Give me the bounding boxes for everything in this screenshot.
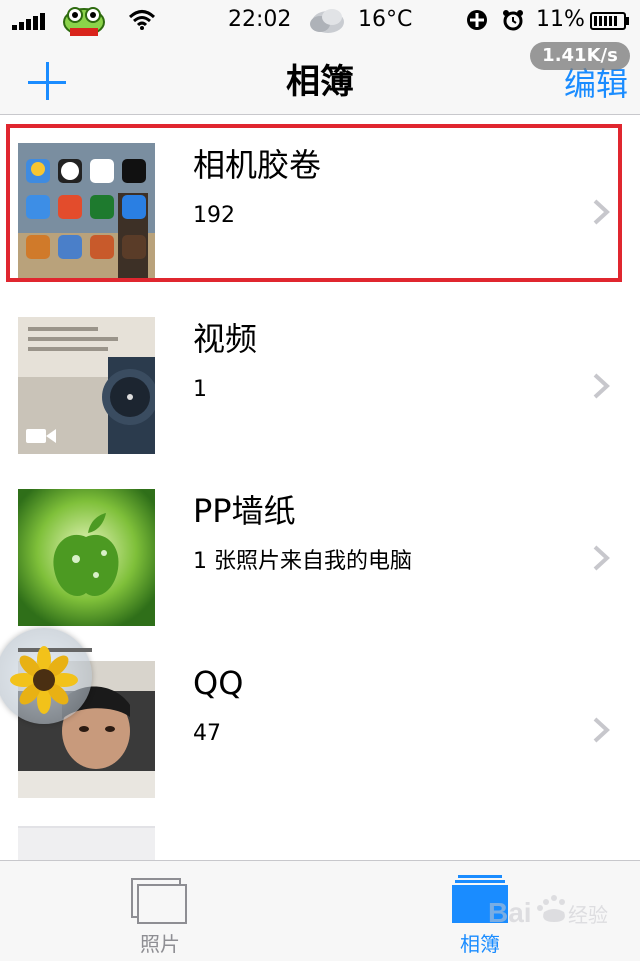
assistive-touch-button[interactable] — [0, 628, 92, 724]
watermark-logo-icon: Bai 经验 — [488, 895, 608, 928]
photos-tab-icon — [131, 878, 187, 924]
album-row-qq[interactable]: QQ 47 — [0, 661, 640, 833]
status-time: 22:02 — [228, 7, 292, 32]
chevron-right-icon — [593, 373, 610, 399]
wifi-icon — [128, 10, 156, 30]
partial-album-thumbnail — [18, 826, 155, 860]
status-temperature: 16°C — [358, 7, 413, 32]
cloud-icon — [310, 9, 344, 33]
chevron-right-icon — [593, 199, 610, 225]
album-count: 1 — [193, 377, 207, 402]
battery-icon — [590, 12, 629, 30]
alarm-icon — [503, 10, 523, 31]
svg-text:经验: 经验 — [568, 903, 608, 927]
watch-video-thumbnail — [18, 317, 155, 454]
album-row-partial[interactable] — [0, 826, 640, 860]
chevron-right-icon — [593, 717, 610, 743]
album-count: 1 张照片来自我的电脑 — [193, 549, 412, 574]
album-count: 47 — [193, 721, 221, 746]
album-count: 192 — [193, 203, 235, 228]
chevron-right-icon — [593, 545, 610, 571]
home-screen-thumbnail — [18, 143, 155, 280]
network-speed-badge: 1.41K/s — [530, 42, 630, 70]
apple-wallpaper-thumbnail — [18, 489, 155, 626]
signal-icon — [12, 12, 52, 30]
album-row-camera-roll[interactable]: 相机胶卷 192 — [0, 143, 640, 315]
album-name: PP墙纸 — [193, 492, 296, 530]
edit-button[interactable]: 编辑 — [564, 64, 628, 104]
baidu-watermark: Bai 经验 — [488, 888, 608, 938]
tab-label: 照片 — [140, 932, 180, 956]
album-name: 视频 — [193, 320, 258, 358]
tab-photos[interactable]: 照片 — [80, 861, 240, 961]
album-name: QQ — [193, 664, 244, 702]
app-badge-icon — [63, 7, 105, 36]
album-name: 相机胶卷 — [193, 146, 322, 184]
album-row-pp-wallpaper[interactable]: PP墙纸 1 张照片来自我的电脑 — [0, 489, 640, 661]
status-bar: 22:02 16°C 11% — [0, 0, 640, 40]
sunflower-icon — [10, 646, 92, 714]
album-row-videos[interactable]: 视频 1 — [0, 317, 640, 489]
svg-text:Bai: Bai — [488, 897, 532, 928]
status-battery-percent: 11% — [536, 7, 585, 32]
add-circle-icon — [467, 10, 487, 30]
